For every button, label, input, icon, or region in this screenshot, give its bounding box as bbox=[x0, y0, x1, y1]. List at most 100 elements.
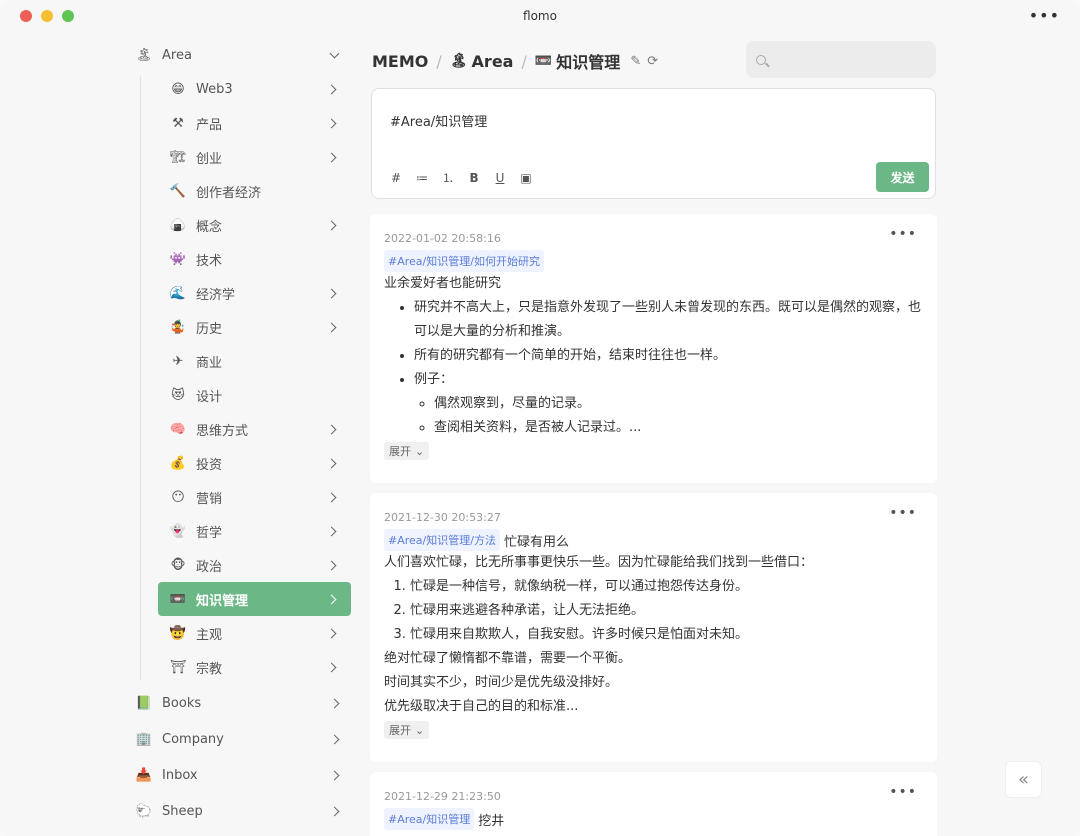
sidebar-item-label: 主观 bbox=[196, 627, 223, 643]
numbered-list-icon[interactable]: ⒈ bbox=[442, 169, 454, 186]
sidebar-item-label: 技术 bbox=[196, 253, 223, 269]
sidebar-item-label: 思维方式 bbox=[196, 423, 249, 439]
collapse-double-chevron-icon[interactable]: « bbox=[1005, 761, 1042, 798]
sidebar-subitem[interactable]: 😶 营销 bbox=[158, 480, 351, 514]
sidebar-item-label: 设计 bbox=[196, 389, 223, 405]
chevron-right-icon[interactable] bbox=[326, 628, 337, 638]
memo-numbered-list: 忙碌是一种信号，就像纳税一样，可以通过抱怨传达身份。 忙碌用来逃避各种承诺，让人… bbox=[384, 575, 923, 647]
expand-button[interactable]: 展开 bbox=[384, 721, 430, 739]
sidebar-item-label: Books bbox=[162, 695, 202, 711]
chevron-right-icon[interactable] bbox=[326, 322, 337, 332]
sidebar-subitem[interactable]: 🏗 创业 bbox=[158, 140, 351, 174]
sidebar-item-label: 投资 bbox=[196, 457, 223, 473]
sidebar-subitem[interactable]: 🐵 政治 bbox=[158, 548, 351, 582]
chevron-right-icon[interactable] bbox=[329, 806, 340, 816]
island-icon: 🏝 bbox=[449, 53, 468, 69]
chevron-right-icon[interactable] bbox=[326, 118, 337, 128]
chevron-right-icon[interactable] bbox=[326, 288, 337, 298]
underline-icon[interactable]: U bbox=[494, 171, 506, 185]
sidebar-subitem[interactable]: 😁 Web3 bbox=[158, 72, 351, 106]
sidebar-subitem[interactable]: 📼 知识管理 bbox=[158, 582, 351, 616]
memo-editor[interactable]: #Area/知识管理 # ≔ ⒈ B U ▣ 发送 bbox=[371, 88, 936, 199]
island-icon: 🏝 bbox=[135, 47, 153, 63]
sidebar-item-label: 产品 bbox=[196, 117, 223, 133]
chevron-right-icon[interactable] bbox=[326, 492, 337, 502]
memo-title: 忙碌有用么 bbox=[503, 534, 569, 550]
chevron-right-icon[interactable] bbox=[326, 526, 337, 536]
sidebar-subitem[interactable]: 🍙 概念 bbox=[158, 208, 351, 242]
memo-tag[interactable]: #Area/知识管理/如何开始研究 bbox=[384, 250, 544, 272]
sidebar-subitem[interactable]: 👾 技术 bbox=[158, 242, 351, 276]
list-item: 忙碌用来自欺欺人，自我安慰。许多时候只是怕面对未知。 bbox=[410, 623, 923, 647]
maximize-window-button[interactable] bbox=[62, 10, 74, 22]
window-more-icon[interactable]: ••• bbox=[1029, 6, 1060, 25]
minimize-window-button[interactable] bbox=[41, 10, 53, 22]
more-options-icon[interactable]: ••• bbox=[889, 505, 917, 521]
chevron-right-icon[interactable] bbox=[326, 424, 337, 434]
editor-text[interactable]: #Area/知识管理 bbox=[390, 111, 487, 130]
memo-paragraph: 业余爱好者也能研究 bbox=[384, 276, 502, 291]
tag-emoji-icon: 🐑 bbox=[135, 803, 153, 819]
sidebar-root-item[interactable]: 🏢 Company bbox=[122, 722, 354, 756]
search-icon bbox=[756, 54, 766, 65]
sidebar-subitem[interactable]: ✈ 商业 bbox=[158, 344, 351, 378]
hashtag-icon[interactable]: # bbox=[390, 171, 402, 185]
chevron-right-icon[interactable] bbox=[326, 220, 337, 230]
search-box[interactable] bbox=[746, 41, 936, 78]
memo-paragraph: 优先级取决于自己的目的和标准... bbox=[384, 699, 579, 714]
tag-emoji-icon: 🧠 bbox=[169, 421, 187, 437]
sidebar-subitem[interactable]: 🧠 思维方式 bbox=[158, 412, 351, 446]
sidebar-subitem[interactable]: 😻 设计 bbox=[158, 378, 351, 412]
refresh-icon[interactable]: ⟳ bbox=[647, 54, 658, 69]
sidebar-item-label: 商业 bbox=[196, 355, 223, 371]
memo-tagline: #Area/知识管理/如何开始研究 bbox=[384, 250, 923, 272]
sidebar-item-label: 创作者经济 bbox=[196, 185, 262, 201]
breadcrumb-area[interactable]: Area bbox=[472, 52, 514, 71]
more-options-icon[interactable]: ••• bbox=[889, 784, 917, 800]
search-input[interactable] bbox=[772, 52, 922, 67]
memo-card: 2022-01-02 20:58:16 ••• #Area/知识管理/如何开始研… bbox=[370, 214, 937, 483]
sidebar-root-item[interactable]: 📗 Books bbox=[122, 686, 354, 720]
chevron-right-icon[interactable] bbox=[329, 734, 340, 744]
sidebar-item-area[interactable]: 🏝 Area bbox=[122, 38, 354, 72]
close-window-button[interactable] bbox=[20, 10, 32, 22]
sidebar-subitem[interactable]: 🌊 经济学 bbox=[158, 276, 351, 310]
sidebar-subitem[interactable]: 🤠 主观 bbox=[158, 616, 351, 650]
tag-emoji-icon: 🏢 bbox=[135, 731, 153, 747]
chevron-right-icon[interactable] bbox=[326, 594, 337, 604]
sidebar-item-label: Area bbox=[162, 47, 192, 63]
bold-icon[interactable]: B bbox=[468, 171, 480, 185]
chevron-right-icon[interactable] bbox=[326, 84, 337, 94]
sidebar-subitem[interactable]: ⛩ 宗教 bbox=[158, 650, 351, 684]
breadcrumb-memo[interactable]: MEMO bbox=[372, 52, 428, 71]
sidebar-subitem[interactable]: ⚒ 产品 bbox=[158, 106, 351, 140]
sidebar-item-label: 宗教 bbox=[196, 661, 223, 677]
chevron-right-icon[interactable] bbox=[329, 770, 340, 780]
app-window: flomo ••• 🏝 Area 😁 Web3 ⚒ 产品 🏗 创业 🔨 创作者经济 🍙 概念 👾 技术… bbox=[0, 0, 1080, 836]
sidebar-subitem[interactable]: 👻 哲学 bbox=[158, 514, 351, 548]
tag-emoji-icon: 🔨 bbox=[169, 183, 187, 199]
chevron-right-icon[interactable] bbox=[326, 458, 337, 468]
edit-icon[interactable]: ✎ bbox=[630, 54, 641, 69]
image-icon[interactable]: ▣ bbox=[520, 171, 532, 185]
sidebar-root-item[interactable]: 🐑 Sheep bbox=[122, 794, 354, 828]
memo-timestamp: 2021-12-29 21:23:50 bbox=[384, 790, 501, 803]
chevron-down-icon[interactable] bbox=[329, 48, 340, 58]
sidebar-item-label: 经济学 bbox=[196, 287, 236, 303]
send-button[interactable]: 发送 bbox=[876, 162, 929, 192]
sidebar-subitem[interactable]: 💰 投资 bbox=[158, 446, 351, 480]
chevron-right-icon[interactable] bbox=[326, 662, 337, 672]
memo-tag[interactable]: #Area/知识管理/方法 bbox=[384, 529, 500, 551]
memo-tagline: #Area/知识管理 挖井 bbox=[384, 808, 923, 830]
sidebar-item-label: 概念 bbox=[196, 219, 223, 235]
memo-tag[interactable]: #Area/知识管理 bbox=[384, 808, 475, 830]
chevron-right-icon[interactable] bbox=[326, 560, 337, 570]
sidebar-subitem[interactable]: 🔨 创作者经济 bbox=[158, 174, 351, 208]
sidebar-subitem[interactable]: 🤹 历史 bbox=[158, 310, 351, 344]
chevron-right-icon[interactable] bbox=[326, 152, 337, 162]
bullet-list-icon[interactable]: ≔ bbox=[416, 171, 428, 185]
more-options-icon[interactable]: ••• bbox=[889, 226, 917, 242]
chevron-right-icon[interactable] bbox=[329, 698, 340, 708]
expand-button[interactable]: 展开 bbox=[384, 442, 430, 460]
sidebar-root-item[interactable]: 📥 Inbox bbox=[122, 758, 354, 792]
